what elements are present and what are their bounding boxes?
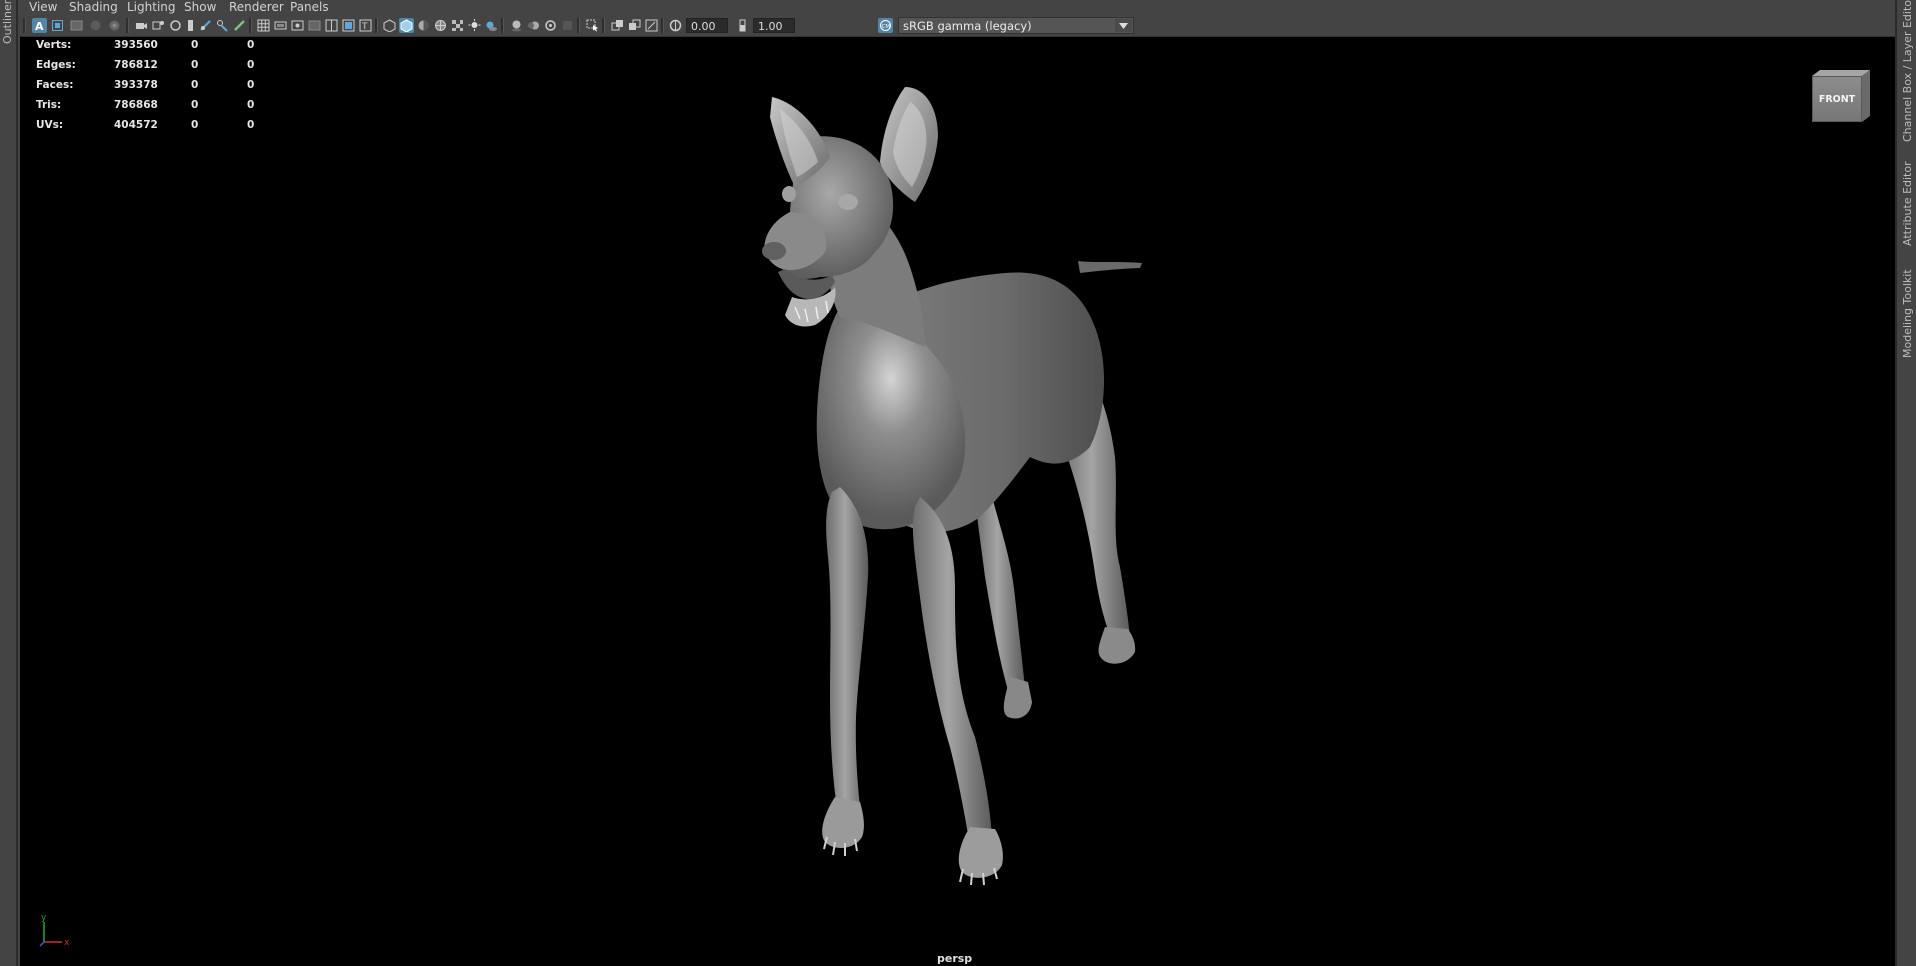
- frame-all-icon[interactable]: [69, 18, 84, 33]
- menu-show[interactable]: Show: [184, 0, 216, 14]
- camera-attributes-icon[interactable]: [151, 18, 166, 33]
- menu-shading[interactable]: Shading: [69, 0, 118, 14]
- frame-box-icon[interactable]: [50, 18, 65, 33]
- toolbar-separator: [126, 18, 129, 33]
- menu-lighting[interactable]: Lighting: [127, 0, 176, 14]
- chevron-down-icon[interactable]: [1115, 19, 1132, 32]
- motion-blur-icon[interactable]: [526, 18, 541, 33]
- bookmark-icon[interactable]: [107, 18, 122, 33]
- select-camera-icon[interactable]: A: [32, 18, 47, 33]
- camera-icon[interactable]: [134, 18, 149, 33]
- textured-icon[interactable]: [450, 18, 465, 33]
- axis-gizmo: y x: [39, 913, 70, 948]
- gamma-icon[interactable]: [735, 18, 750, 33]
- pencil-icon[interactable]: [232, 18, 247, 33]
- film-gate-icon[interactable]: [273, 18, 288, 33]
- axis-y-label: y: [41, 913, 47, 923]
- gamma-field[interactable]: 1.00: [753, 18, 795, 33]
- toolbar-separator: [23, 18, 26, 33]
- view-cube-side[interactable]: [1862, 70, 1870, 122]
- grease-pencil-icon[interactable]: [215, 18, 230, 33]
- svg-text:A: A: [35, 20, 44, 31]
- toolbar-separator: [602, 18, 605, 33]
- view-cube[interactable]: FRONT: [1812, 70, 1870, 122]
- view-cube-front-face[interactable]: FRONT: [1812, 76, 1862, 122]
- safe-action-icon[interactable]: [341, 18, 356, 33]
- default-material-icon[interactable]: [416, 18, 431, 33]
- outliner-strip[interactable]: Outliner: [0, 0, 18, 966]
- right-panel-strip[interactable]: Channel Box / Layer Editor Attribute Edi…: [1895, 0, 1916, 966]
- panel-menubar: View Shading Lighting Show Renderer Pane…: [20, 0, 1895, 14]
- image-plane-icon[interactable]: [168, 18, 183, 33]
- camera-label: persp: [937, 952, 973, 965]
- dog-model[interactable]: [20, 37, 1895, 966]
- wireframe-icon[interactable]: [382, 18, 397, 33]
- toolbar-separator: [501, 18, 504, 33]
- svg-text:CM: CM: [882, 24, 891, 30]
- isolate-select-icon[interactable]: [585, 18, 600, 33]
- lights-icon[interactable]: [467, 18, 482, 33]
- smooth-shade-icon[interactable]: [399, 18, 414, 33]
- toolbar-separator: [249, 18, 252, 33]
- safe-title-icon[interactable]: T: [358, 18, 373, 33]
- xray-active-components-icon[interactable]: [644, 18, 659, 33]
- resolution-gate-icon[interactable]: [290, 18, 305, 33]
- outliner-tab[interactable]: Outliner: [1, 0, 14, 44]
- 2d-pan-icon[interactable]: [198, 18, 213, 33]
- modeling-toolkit-tab[interactable]: Modeling Toolkit: [1901, 269, 1914, 358]
- exposure-field[interactable]: 0.00: [686, 18, 728, 33]
- menu-panels[interactable]: Panels: [290, 0, 329, 14]
- shadows-icon[interactable]: [484, 18, 499, 33]
- gate-mask-icon[interactable]: [307, 18, 322, 33]
- xray-joints-icon[interactable]: [627, 18, 642, 33]
- toolbar-separator: [661, 18, 664, 33]
- grid-toggle-icon[interactable]: [88, 18, 103, 33]
- attribute-editor-tab[interactable]: Attribute Editor: [1901, 161, 1914, 246]
- view-transform-dropdown[interactable]: sRGB gamma (legacy): [898, 17, 1134, 34]
- viewport-3d[interactable]: Verts: 393560 0 0 Edges: 786812 0 0 Face…: [20, 37, 1895, 966]
- view-transform-value: sRGB gamma (legacy): [903, 19, 1032, 33]
- screen-space-ao-icon[interactable]: [509, 18, 524, 33]
- grid-icon[interactable]: [256, 18, 271, 33]
- exposure-icon[interactable]: [668, 18, 683, 33]
- menu-renderer[interactable]: Renderer: [229, 0, 284, 14]
- xray-icon[interactable]: [610, 18, 625, 33]
- field-chart-icon[interactable]: [324, 18, 339, 33]
- color-management-icon[interactable]: CM: [878, 18, 893, 33]
- panel-toolbar: A T 0.00 1.00 CM sRGB gamma (legacy): [20, 15, 1895, 37]
- depth-of-field-icon[interactable]: [560, 18, 575, 33]
- menu-view[interactable]: View: [29, 0, 57, 14]
- svg-text:T: T: [361, 22, 368, 32]
- channel-box-tab[interactable]: Channel Box / Layer Editor: [1901, 0, 1914, 142]
- toolbar-separator: [375, 18, 378, 33]
- anti-aliasing-icon[interactable]: [543, 18, 558, 33]
- toolbar-separator: [577, 18, 580, 33]
- bookmark-flag-icon[interactable]: [183, 18, 198, 33]
- axis-x-label: x: [64, 938, 70, 948]
- wireframe-on-shaded-icon[interactable]: [433, 18, 448, 33]
